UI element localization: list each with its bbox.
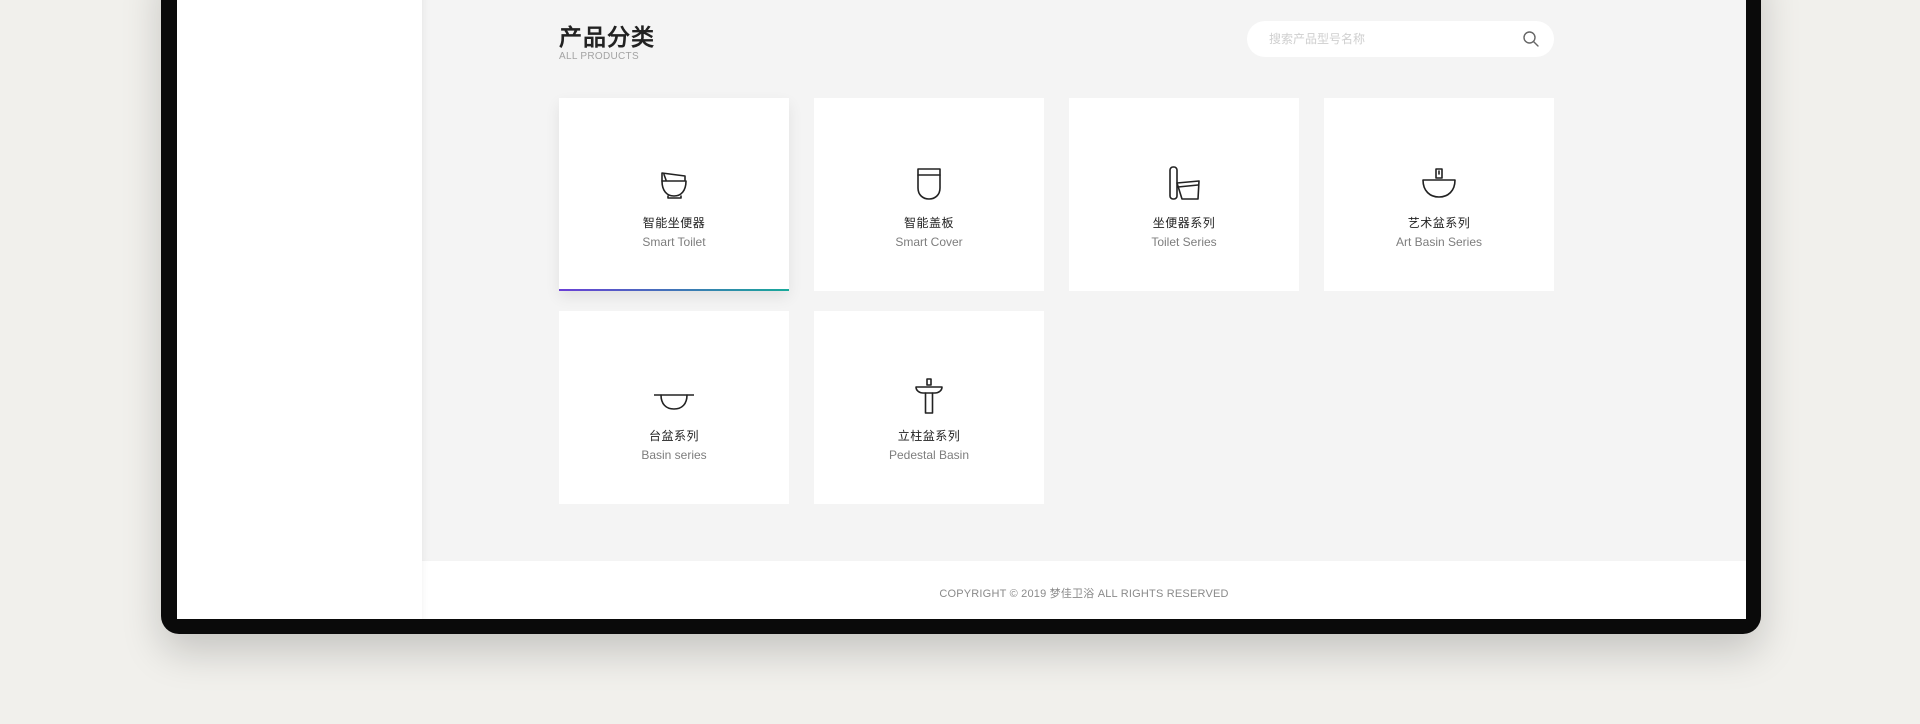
smart-cover-icon <box>909 164 949 204</box>
category-name-cn: 坐便器系列 <box>1152 216 1216 230</box>
screen: 产品分类 ALL PRODUCTS 搜索产品型号名称 智能坐便器 Smart T… <box>177 0 1746 619</box>
smart-toilet-icon <box>654 164 694 204</box>
category-name-cn: 台盆系列 <box>648 429 699 443</box>
device-frame: 产品分类 ALL PRODUCTS 搜索产品型号名称 智能坐便器 Smart T… <box>161 0 1761 634</box>
category-name-cn: 智能盖板 <box>903 216 954 230</box>
category-name-en: Pedestal Basin <box>888 448 970 462</box>
category-name-en: Toilet Series <box>1151 235 1217 249</box>
category-name-cn: 立柱盆系列 <box>897 429 961 443</box>
category-card-toilet-series[interactable]: 坐便器系列 Toilet Series <box>1069 98 1299 291</box>
art-basin-icon <box>1419 164 1459 204</box>
basin-icon <box>653 377 695 417</box>
sidebar <box>177 0 422 619</box>
copyright-text: COPYRIGHT © 2019 梦佳卫浴 ALL RIGHTS RESERVE… <box>939 587 1229 600</box>
footer: COPYRIGHT © 2019 梦佳卫浴 ALL RIGHTS RESERVE… <box>422 561 1746 619</box>
search-box <box>1247 21 1554 57</box>
category-card-smart-cover[interactable]: 智能盖板 Smart Cover <box>814 98 1044 291</box>
search-icon[interactable] <box>1522 30 1540 48</box>
category-name-cn: 智能坐便器 <box>642 216 706 230</box>
toilet-series-icon <box>1164 164 1204 204</box>
category-name-en: Basin series <box>641 448 707 462</box>
search-input[interactable] <box>1269 30 1509 48</box>
category-name-en: Smart Toilet <box>642 235 706 249</box>
page-subtitle: ALL PRODUCTS <box>559 51 639 62</box>
category-name-en: Smart Cover <box>895 235 963 249</box>
category-card-basin[interactable]: 台盆系列 Basin series <box>559 311 789 504</box>
page-title: 产品分类 <box>559 24 655 50</box>
main-content: 产品分类 ALL PRODUCTS 搜索产品型号名称 智能坐便器 Smart T… <box>422 0 1746 561</box>
category-name-en: Art Basin Series <box>1395 235 1483 249</box>
category-name-cn: 艺术盆系列 <box>1407 216 1471 230</box>
category-card-pedestal-basin[interactable]: 立柱盆系列 Pedestal Basin <box>814 311 1044 504</box>
category-card-smart-toilet[interactable]: 智能坐便器 Smart Toilet <box>559 98 789 291</box>
pedestal-basin-icon <box>909 377 949 417</box>
category-card-art-basin[interactable]: 艺术盆系列 Art Basin Series <box>1324 98 1554 291</box>
